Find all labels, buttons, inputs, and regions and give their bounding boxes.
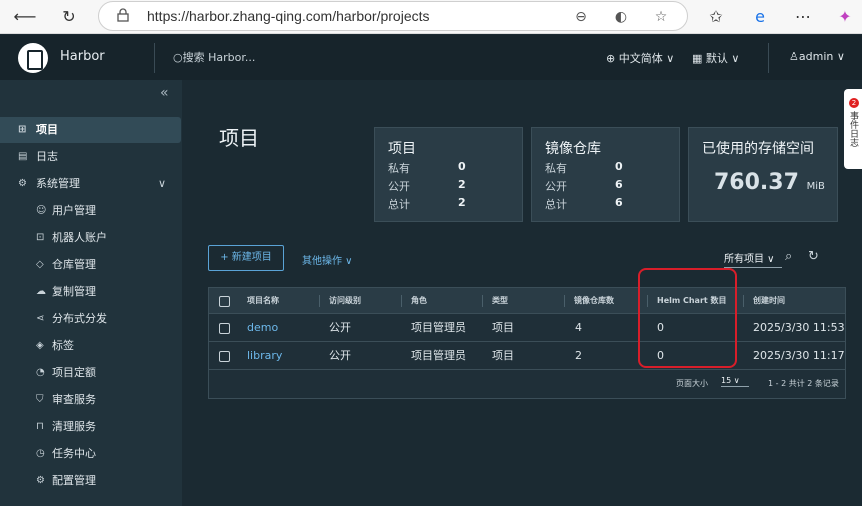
page-size-label: 页面大小	[676, 379, 708, 388]
project-icon: ⊞	[18, 124, 27, 135]
sidebar-item-replications[interactable]: ☁ 复制管理	[0, 279, 182, 305]
search-icon[interactable]: ⌕	[785, 249, 792, 264]
clock-icon: ◷	[36, 448, 45, 459]
sidebar-item-registries[interactable]: ◇ 仓库管理	[0, 252, 182, 278]
sidebar-item-distribution[interactable]: ⋖ 分布式分发	[0, 306, 182, 332]
sidebar-item-config[interactable]: ⚙ 配置管理	[0, 468, 182, 494]
language-menu[interactable]: ⊕ 中文简体 ∨	[606, 50, 674, 66]
sidebar-item-quotas[interactable]: ◔ 项目定额	[0, 360, 182, 386]
trash-icon: ⊓	[36, 421, 44, 432]
gear-icon: ⚙	[36, 475, 45, 486]
favorites-icon[interactable]: ✩	[703, 4, 729, 30]
collapse-icon[interactable]: «	[160, 85, 169, 101]
user-menu[interactable]: ♙admin ∨	[789, 50, 845, 63]
pagination-summary: 1 - 2 共计 2 条记录	[768, 379, 839, 388]
user-icon: ♙	[789, 50, 799, 63]
log-icon: ▤	[18, 151, 28, 162]
project-link[interactable]: demo	[247, 314, 278, 342]
notification-badge: 2	[849, 98, 859, 108]
harbor-logo[interactable]	[18, 43, 48, 73]
storage-value: 760.37 MiB	[714, 170, 825, 195]
sidebar: « ⊞ 项目 ▤ 日志 ⚙ 系统管理 ∨ ☺ 用户管理 ⊡ 机器人账户 ◇ 仓库管理 ☁ 复制管…	[0, 80, 182, 506]
theme-menu[interactable]: ▦ 默认 ∨	[692, 50, 739, 66]
star-icon[interactable]: ☆	[651, 7, 671, 27]
refresh-icon[interactable]: ↻	[808, 249, 819, 264]
back-icon[interactable]: ⟵	[12, 4, 38, 30]
copilot-icon[interactable]: ✦	[832, 4, 858, 30]
sidebar-item-robots[interactable]: ⊡ 机器人账户	[0, 225, 182, 251]
header-divider	[768, 43, 769, 73]
repos-summary-card: 镜像仓库 私有 0 公开 6 总计 6	[531, 127, 680, 222]
event-log-tab[interactable]: 2 事件日志	[844, 89, 862, 169]
sidebar-item-logs[interactable]: ▤ 日志	[0, 144, 182, 170]
sidebar-item-jobs[interactable]: ◷ 任务中心	[0, 441, 182, 467]
select-all-checkbox[interactable]	[219, 296, 230, 307]
table-row[interactable]: demo 公开 项目管理员 项目 4 0 2025/3/30 11:53	[209, 314, 845, 342]
row-checkbox[interactable]	[219, 323, 230, 334]
more-icon[interactable]: ⋯	[790, 4, 816, 30]
brand-name[interactable]: Harbor	[60, 49, 105, 64]
replication-icon: ☁	[36, 286, 46, 297]
chevron-down-icon: ∨	[158, 177, 167, 190]
quota-icon: ◔	[36, 367, 45, 378]
globe-icon: ⊕	[606, 52, 616, 65]
table-header: 项目名称 访问级别 角色 类型 镜像仓库数 Helm Chart 数目 创建时间	[209, 288, 845, 314]
sidebar-item-projects[interactable]: ⊞ 项目	[0, 117, 181, 143]
highlight-annotation	[638, 268, 737, 368]
sidebar-item-users[interactable]: ☺ 用户管理	[0, 198, 182, 224]
storage-summary-card: 已使用的存储空间 760.37 MiB	[688, 127, 838, 222]
registry-icon: ◇	[36, 259, 44, 270]
shield-icon: ⛉	[36, 394, 44, 405]
row-checkbox[interactable]	[219, 351, 230, 362]
sidebar-item-cleanup[interactable]: ⊓ 清理服务	[0, 414, 182, 440]
header-divider	[154, 43, 155, 73]
project-link[interactable]: library	[247, 342, 282, 370]
tag-icon: ◈	[36, 340, 44, 351]
projects-summary-card: 项目 私有 0 公开 2 总计 2	[374, 127, 523, 222]
distribution-icon: ⋖	[36, 313, 45, 324]
sidebar-item-admin[interactable]: ⚙ 系统管理 ∨	[0, 171, 182, 197]
table-row[interactable]: library 公开 项目管理员 项目 2 0 2025/3/30 11:17	[209, 342, 845, 370]
other-operations-button[interactable]: 其他操作 ∨	[302, 252, 353, 267]
app-header: Harbor ○搜索 Harbor... ⊕ 中文简体 ∨ ▦ 默认 ∨ ♙ad…	[0, 35, 862, 80]
admin-icon: ⚙	[18, 178, 27, 189]
address-bar[interactable]: https://harbor.zhang-qing.com/harbor/pro…	[98, 1, 688, 31]
sidebar-item-audit[interactable]: ⛉ 审查服务	[0, 387, 182, 413]
browser-toolbar: ⟵ ↻ https://harbor.zhang-qing.com/harbor…	[0, 0, 862, 34]
reader-icon[interactable]: ◐	[611, 7, 631, 27]
new-project-button[interactable]: + 新建项目	[208, 245, 284, 271]
search-icon: ○	[173, 51, 183, 64]
lock-icon	[117, 8, 129, 22]
zoom-icon[interactable]: ⊖	[571, 7, 591, 27]
project-filter-select[interactable]: 所有项目 ∨	[724, 250, 782, 268]
edge-icon[interactable]: e	[747, 4, 773, 30]
sidebar-item-labels[interactable]: ◈ 标签	[0, 333, 182, 359]
url-text: https://harbor.zhang-qing.com/harbor/pro…	[147, 8, 430, 24]
users-icon: ☺	[36, 205, 47, 216]
projects-table: 项目名称 访问级别 角色 类型 镜像仓库数 Helm Chart 数目 创建时间…	[208, 287, 846, 399]
global-search[interactable]: ○搜索 Harbor...	[173, 49, 255, 65]
page-size-select[interactable]: 15 ∨	[721, 376, 749, 387]
calendar-icon: ▦	[692, 52, 703, 65]
robot-icon: ⊡	[36, 232, 45, 243]
page-title: 项目	[219, 126, 259, 150]
reload-icon[interactable]: ↻	[56, 4, 82, 30]
